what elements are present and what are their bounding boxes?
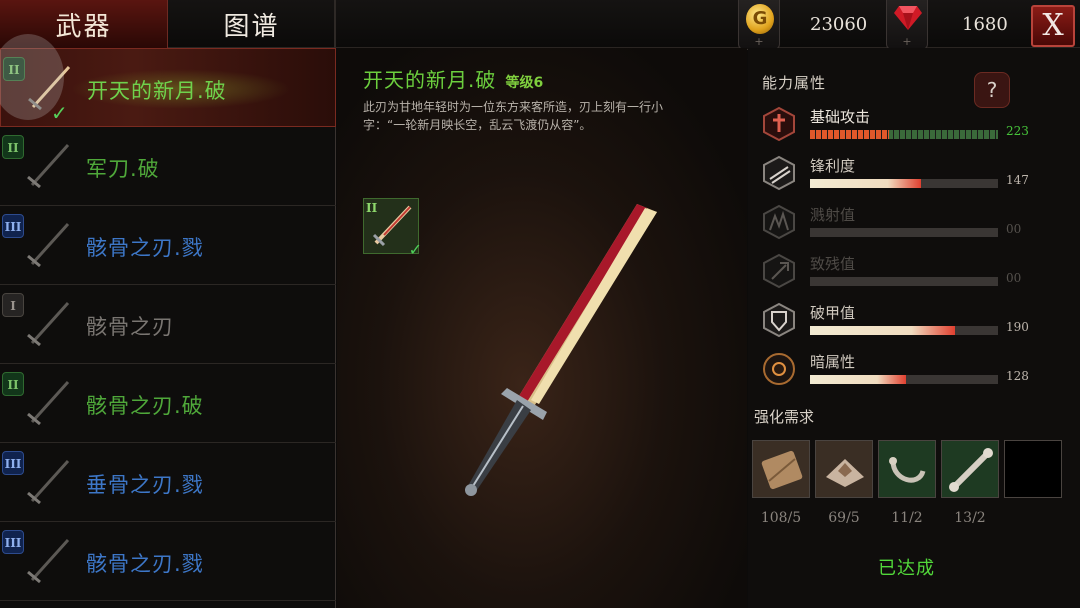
weapon-level: 等级6 [505, 75, 544, 91]
weapon-detail-panel: 开天的新月.破 等级6 此刃为甘地年轻时为一位东方来客所造，刃上刻有一行小字：“… [337, 48, 747, 608]
close-button[interactable]: X [1031, 5, 1075, 47]
requirement-count: 13/2 [954, 510, 986, 526]
stat-row-cripple: 致残值 00 [762, 251, 1062, 297]
plus-icon: + [902, 35, 912, 48]
stat-row-pierce: 破甲值 190 [762, 300, 1062, 346]
stats-title: 能力属性 [762, 74, 827, 92]
requirement-count: 108/5 [760, 510, 802, 526]
equipped-check-icon: ✓ [408, 240, 422, 259]
tab-recipes[interactable]: 图谱 [168, 0, 336, 48]
weapon-name: 骸骨之刃.戮 [86, 552, 204, 576]
requirements-title: 强化需求 [754, 408, 815, 426]
stat-value: 190 [1006, 320, 1029, 334]
requirement-slot[interactable] [878, 440, 936, 498]
stat-value: 147 [1006, 173, 1029, 187]
weapon-name: 骸骨之刃.破 [86, 394, 204, 418]
stat-bar [810, 375, 998, 384]
weapon-title: 开天的新月.破 [363, 68, 497, 92]
weapon-name: 军刀.破 [86, 157, 160, 181]
pierce-stat-icon [762, 302, 796, 338]
sword-icon [27, 380, 70, 426]
weapon-name: 垂骨之刃.戮 [86, 473, 204, 497]
requirement-slot[interactable] [815, 440, 873, 498]
stat-row-attack: 基础攻击 223 [762, 104, 1062, 150]
sword-icon [27, 538, 70, 584]
splash-stat-icon [762, 204, 796, 240]
bone-icon [942, 448, 1000, 503]
ore-icon [816, 459, 874, 503]
stat-bar [810, 130, 998, 139]
requirement-count: 11/2 [891, 510, 923, 526]
coin-count: 23060 [810, 14, 868, 35]
wood-plank-icon [753, 450, 811, 503]
stat-row-sharp: 锋利度 147 [762, 153, 1062, 199]
sword-icon [27, 222, 70, 268]
weapon-list-item[interactable]: III 骸骨之刃.戮 [0, 206, 336, 285]
stats-panel: 能力属性 ? 基础攻击 223 锋利度 147 溅射值 00 致残值 00 破甲值 190 暗属性 1… [748, 48, 1080, 608]
cripple-stat-icon [762, 253, 796, 289]
weapon-title-row: 开天的新月.破 等级6 [363, 64, 543, 93]
coin-purchase-button[interactable]: G + [738, 0, 780, 50]
stat-label: 锋利度 [810, 157, 856, 175]
stat-label: 致残值 [810, 255, 856, 273]
stat-label: 破甲值 [810, 304, 856, 322]
claw-icon [879, 457, 937, 503]
sword-icon [27, 143, 70, 189]
stat-row-dark: 暗属性 128 [762, 349, 1062, 395]
sword-illustration [465, 204, 657, 496]
weapon-name: 骸骨之刃.戮 [86, 236, 204, 260]
requirement-count: 69/5 [828, 510, 860, 526]
gold-coin-icon: G [746, 4, 774, 34]
stat-bar [810, 326, 998, 335]
weapon-list: II 开天的新月.破 ✓ II 军刀.破 III 骸骨之刃.戮 I 骸骨之刃 II 骸骨之刃.破 II… [0, 48, 336, 608]
top-bar: 武器 图谱 G + 23060 + 1680 X [0, 0, 1080, 50]
requirement-slot[interactable] [941, 440, 999, 498]
stat-value: 223 [1006, 124, 1029, 138]
requirement-slot[interactable] [752, 440, 810, 498]
stat-bar-fill [810, 326, 955, 335]
stat-label: 基础攻击 [810, 108, 871, 126]
requirement-status: 已达成 [878, 558, 935, 579]
weapon-list-item[interactable]: II 骸骨之刃.破 [0, 364, 336, 443]
dark-stat-icon [762, 351, 796, 387]
weapon-description: 此刃为甘地年轻时为一位东方来客所造，刃上刻有一行小字：“一轮新月映长空，乱云飞渡… [363, 100, 664, 132]
gem-purchase-button[interactable]: + [886, 0, 928, 50]
ruby-gem-icon [894, 6, 922, 30]
stat-bar-fill [810, 130, 889, 139]
stat-value: 00 [1006, 271, 1022, 285]
stat-value: 00 [1006, 222, 1022, 236]
weapon-name: 骸骨之刃 [86, 315, 174, 339]
stat-value: 128 [1006, 369, 1029, 383]
tier-badge: II [366, 201, 378, 215]
stat-label: 暗属性 [810, 353, 856, 371]
weapon-list-item[interactable]: I 骸骨之刃 [0, 285, 336, 364]
sharp-stat-icon [762, 155, 796, 191]
help-button[interactable]: ? [974, 72, 1010, 108]
stat-bar-fill [810, 375, 906, 384]
sword-icon [27, 301, 70, 347]
stat-label: 溅射值 [810, 206, 856, 224]
gem-count: 1680 [962, 14, 1008, 35]
weapon-list-item[interactable]: III 垂骨之刃.戮 [0, 443, 336, 522]
sword-icon [27, 459, 70, 505]
stat-bar [810, 179, 998, 188]
plus-icon: + [754, 35, 764, 48]
weapon-thumbnail[interactable]: II ✓ [363, 198, 422, 259]
weapon-list-item[interactable]: II 军刀.破 [0, 127, 336, 206]
stat-row-splash: 溅射值 00 [762, 202, 1062, 248]
weapon-list-item[interactable]: III 骸骨之刃.戮 [0, 522, 336, 601]
attack-stat-icon [762, 106, 796, 142]
stat-bar-fill [810, 179, 921, 188]
tab-divider [334, 0, 335, 48]
requirement-slot[interactable] [1004, 440, 1062, 498]
weapon-name: 开天的新月.破 [87, 79, 227, 103]
stat-bar [810, 277, 998, 286]
stat-bar [810, 228, 998, 237]
